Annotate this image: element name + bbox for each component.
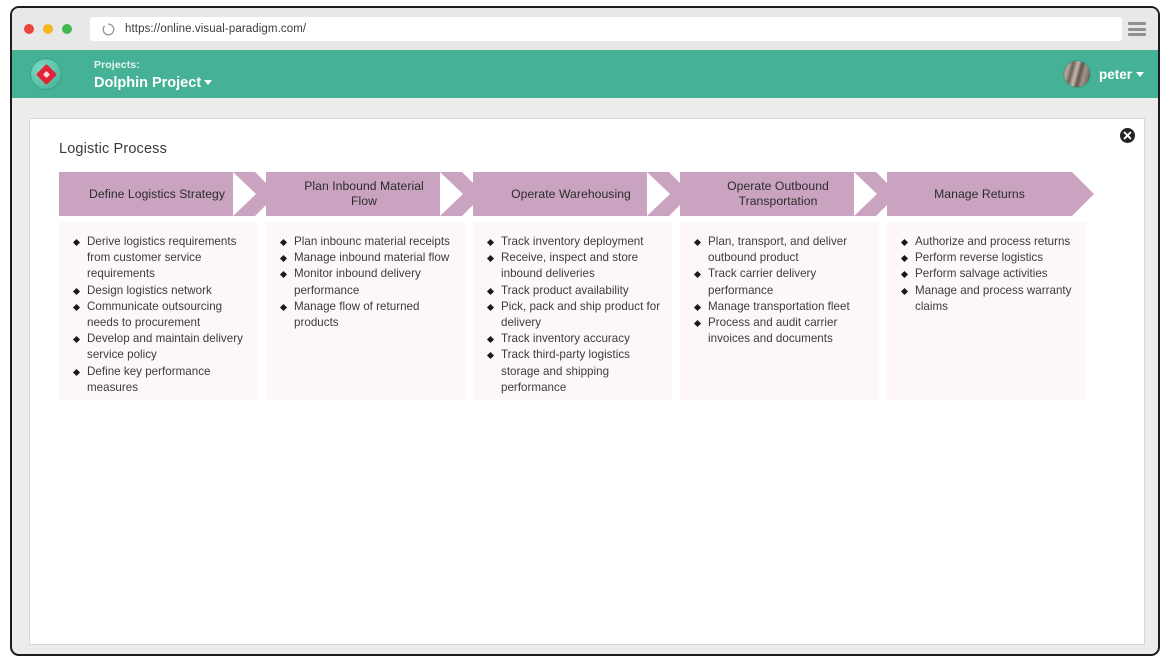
list-item: Receive, inspect and store inbound deliv… [487, 250, 662, 282]
list-item: Track third-party logistics storage and … [487, 347, 662, 396]
list-item: Derive logistics requirements from custo… [73, 234, 248, 283]
list-item: Manage inbound material flow [280, 250, 455, 266]
list-item: Manage flow of returned products [280, 299, 455, 331]
reload-spinner-icon[interactable] [102, 23, 115, 36]
activity-list: Track inventory deployment Receive, insp… [487, 234, 662, 396]
list-item: Track carrier delivery performance [694, 266, 869, 298]
user-name-text: peter [1098, 66, 1132, 82]
process-stage-title: Plan Inbound Material Flow [304, 179, 424, 208]
activity-list: Plan, transport, and deliver outbound pr… [694, 234, 869, 347]
close-x-glyph [1123, 131, 1132, 140]
list-item: Authorize and process returns [901, 234, 1076, 250]
process-stage-title: Operate Outbound Transportation [727, 179, 829, 208]
projects-label: Projects: [94, 59, 140, 71]
chevron-down-icon [204, 80, 213, 85]
process-activities-panel-1: Derive logistics requirements from custo… [59, 222, 258, 400]
activity-list: Derive logistics requirements from custo… [73, 234, 248, 396]
url-text: https://online.visual-paradigm.com/ [125, 23, 307, 35]
list-item: Pick, pack and ship product for delivery [487, 299, 662, 331]
close-window-button[interactable] [24, 24, 34, 34]
list-item: Communicate outsourcing needs to procure… [73, 299, 248, 331]
process-activities-row: Derive logistics requirements from custo… [59, 222, 1094, 400]
app-header: Projects: Dolphin Project peter [12, 50, 1158, 98]
list-item: Perform reverse logistics [901, 250, 1076, 266]
project-name-text: Dolphin Project [94, 75, 202, 91]
visual-paradigm-logo-icon[interactable] [30, 58, 62, 90]
process-activities-panel-5: Authorize and process returns Perform re… [887, 222, 1086, 400]
avatar[interactable] [1062, 60, 1091, 88]
activity-list: Plan inbounc material receipts Manage in… [280, 234, 455, 331]
page-title: Logistic Process [59, 141, 167, 157]
list-item: Plan inbounc material receipts [280, 234, 455, 250]
list-item: Track inventory deployment [487, 234, 662, 250]
activity-list: Authorize and process returns Perform re… [901, 234, 1076, 315]
list-item: Develop and maintain delivery service po… [73, 331, 248, 363]
address-bar[interactable]: https://online.visual-paradigm.com/ [90, 17, 1122, 41]
process-stage-header-4[interactable]: Operate Outbound Transportation [680, 172, 898, 216]
user-menu[interactable]: peter [1062, 60, 1144, 88]
close-circle-icon[interactable] [1120, 128, 1135, 143]
process-stage-title: Manage Returns [934, 186, 1025, 201]
window-traffic-lights [24, 24, 72, 34]
maximize-window-button[interactable] [62, 24, 72, 34]
minimize-window-button[interactable] [43, 24, 53, 34]
process-stage-header-2[interactable]: Plan Inbound Material Flow [266, 172, 484, 216]
list-item: Design logistics network [73, 283, 248, 299]
list-item: Track inventory accuracy [487, 331, 662, 347]
process-stage-header-3[interactable]: Operate Warehousing [473, 172, 691, 216]
list-item: Track product availability [487, 283, 662, 299]
process-stage-title: Operate Warehousing [511, 186, 631, 201]
list-item: Monitor inbound delivery performance [280, 266, 455, 298]
list-item: Manage and process warranty claims [901, 283, 1076, 315]
browser-window: https://online.visual-paradigm.com/ Proj… [10, 6, 1160, 656]
process-stage-header-5[interactable]: Manage Returns [887, 172, 1094, 216]
list-item: Plan, transport, and deliver outbound pr… [694, 234, 869, 266]
process-activities-panel-3: Track inventory deployment Receive, insp… [473, 222, 672, 400]
process-stage-band: Define Logistics Strategy Plan Inbound M… [59, 172, 1094, 216]
list-item: Define key performance measures [73, 364, 248, 396]
process-stage-header-1[interactable]: Define Logistics Strategy [59, 172, 277, 216]
process-activities-panel-4: Plan, transport, and deliver outbound pr… [680, 222, 879, 400]
list-item: Perform salvage activities [901, 266, 1076, 282]
chevron-down-icon [1136, 71, 1144, 77]
diagram-card: Logistic Process Define Logistics Strate… [29, 118, 1145, 645]
chevron-tip-icon [1072, 172, 1094, 216]
hamburger-menu-icon[interactable] [1128, 22, 1146, 36]
list-item: Process and audit carrier invoices and d… [694, 315, 869, 347]
process-stage-title: Define Logistics Strategy [88, 186, 226, 201]
browser-toolbar: https://online.visual-paradigm.com/ [12, 8, 1158, 50]
user-name[interactable]: peter [1099, 67, 1144, 82]
project-selector[interactable]: Projects: Dolphin Project [94, 59, 213, 92]
list-item: Manage transportation fleet [694, 299, 869, 315]
logo-diamond-shape [35, 63, 57, 85]
project-name[interactable]: Dolphin Project [94, 74, 213, 92]
process-activities-panel-2: Plan inbounc material receipts Manage in… [266, 222, 465, 400]
